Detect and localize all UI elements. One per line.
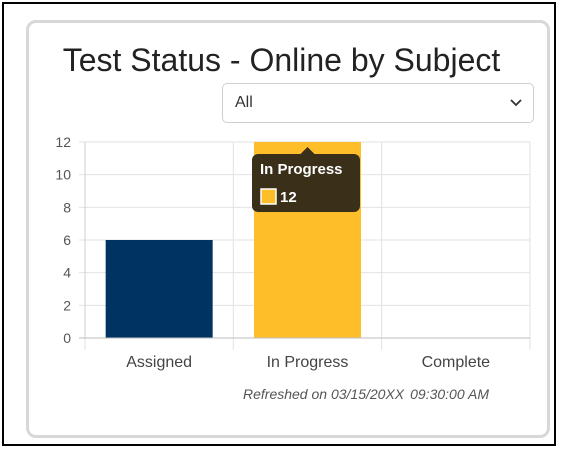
refreshed-time: 09:30:00 AM [410,386,489,402]
subject-filter-select[interactable]: All [222,83,534,123]
subject-filter-value: All [235,94,253,111]
chevron-down-icon [510,99,522,107]
refreshed-on-label: Refreshed on 03/15/20XX [243,386,405,402]
widget-title: Test Status - Online by Subject [62,42,501,78]
refresh-status: Refreshed on 03/15/20XX 09:30:00 AM [243,386,489,402]
